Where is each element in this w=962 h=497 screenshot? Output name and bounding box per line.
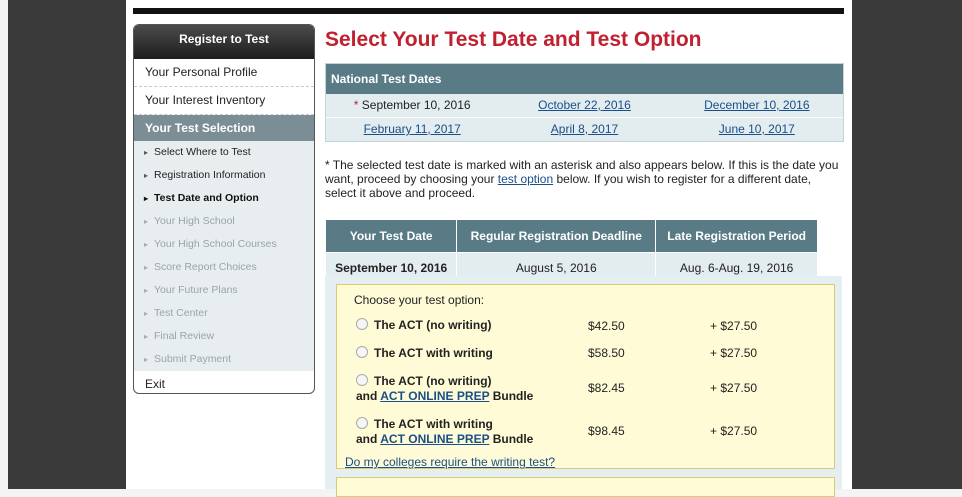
page-title: Select Your Test Date and Test Option xyxy=(325,28,702,51)
radio-button[interactable] xyxy=(356,417,368,429)
submenu-item-score-report: ▸ Score Report Choices xyxy=(134,256,314,279)
date-link[interactable]: April 8, 2017 xyxy=(551,122,618,136)
menu-item-exit[interactable]: Exit xyxy=(134,371,314,393)
choose-option-label: Choose your test option: xyxy=(354,293,485,307)
registration-menu: Register to Test Your Personal Profile Y… xyxy=(133,24,315,394)
national-test-dates: National Test Dates * September 10, 2016… xyxy=(325,63,844,142)
submenu-item-final-review: ▸ Final Review xyxy=(134,325,314,348)
test-option-link[interactable]: test option xyxy=(498,172,553,186)
chevron-right-icon: ▸ xyxy=(144,217,149,226)
option-act-with-writing-bundle[interactable]: The ACT with writing and ACT ONLINE PREP… xyxy=(356,417,533,446)
menu-item-personal-profile[interactable]: Your Personal Profile xyxy=(134,59,314,87)
option-act-with-writing[interactable]: The ACT with writing xyxy=(356,346,493,360)
top-bar xyxy=(133,8,844,14)
date-link[interactable]: February 11, 2017 xyxy=(364,122,461,136)
chevron-right-icon: ▸ xyxy=(144,332,149,341)
option-act-no-writing[interactable]: The ACT (no writing) xyxy=(356,318,492,332)
act-online-prep-link[interactable]: ACT ONLINE PREP xyxy=(380,432,489,446)
submenu-item-future-plans: ▸ Your Future Plans xyxy=(134,279,314,302)
chevron-right-icon: ▸ xyxy=(144,171,149,180)
chevron-right-icon: ▸ xyxy=(144,240,149,249)
date-option: April 8, 2017 xyxy=(498,118,670,141)
dates-header: National Test Dates xyxy=(326,64,843,94)
menu-item-interest-inventory[interactable]: Your Interest Inventory xyxy=(134,87,314,115)
dates-row: February 11, 2017 April 8, 2017 June 10,… xyxy=(326,117,843,141)
date-option: February 11, 2017 xyxy=(326,118,498,141)
date-option: October 22, 2016 xyxy=(498,94,670,117)
dates-row: * September 10, 2016 October 22, 2016 De… xyxy=(326,94,843,117)
option-late-fee: + $27.50 xyxy=(710,346,758,360)
date-link[interactable]: June 10, 2017 xyxy=(719,122,795,136)
column-header: Late Registration Period xyxy=(655,219,818,253)
submenu-item-test-date-option[interactable]: ▸ Test Date and Option xyxy=(134,187,314,210)
radio-button[interactable] xyxy=(356,346,368,358)
date-link[interactable]: December 10, 2016 xyxy=(704,98,809,112)
chevron-right-icon: ▸ xyxy=(144,148,149,157)
date-selected: * September 10, 2016 xyxy=(353,98,471,112)
option-price: $82.45 xyxy=(588,381,625,395)
date-option: June 10, 2017 xyxy=(671,118,843,141)
submenu-item-select-where[interactable]: ▸ Select Where to Test xyxy=(134,141,314,164)
submenu-item-high-school-courses: ▸ Your High School Courses xyxy=(134,233,314,256)
date-link[interactable]: October 22, 2016 xyxy=(538,98,631,112)
option-late-fee: + $27.50 xyxy=(710,381,758,395)
submenu-item-test-center: ▸ Test Center xyxy=(134,302,314,325)
column-header: Regular Registration Deadline xyxy=(456,219,657,253)
column-header: Your Test Date xyxy=(324,219,458,253)
instruction-note: * The selected test date is marked with … xyxy=(325,158,839,200)
option-late-fee: + $27.50 xyxy=(710,424,758,438)
right-dark-margin xyxy=(852,0,962,489)
chevron-right-icon: ▸ xyxy=(144,309,149,318)
test-date-table: Your Test Date Regular Registration Dead… xyxy=(324,219,818,284)
option-price: $42.50 xyxy=(588,319,625,333)
writing-test-requirement-link[interactable]: Do my colleges require the writing test? xyxy=(345,455,555,469)
submenu: ▸ Select Where to Test ▸ Registration Info… xyxy=(134,141,314,371)
radio-button[interactable] xyxy=(356,374,368,386)
submenu-item-registration-info[interactable]: ▸ Registration Information xyxy=(134,164,314,187)
second-option-box xyxy=(336,477,835,497)
option-late-fee: + $27.50 xyxy=(710,319,758,333)
chevron-right-icon: ▸ xyxy=(144,355,149,364)
asterisk-marker: * xyxy=(353,98,362,112)
chevron-right-icon: ▸ xyxy=(144,263,149,272)
radio-button[interactable] xyxy=(356,318,368,330)
date-option: December 10, 2016 xyxy=(671,94,843,117)
chevron-right-icon: ▸ xyxy=(144,194,149,203)
option-price: $58.50 xyxy=(588,346,625,360)
chevron-right-icon: ▸ xyxy=(144,286,149,295)
option-price: $98.45 xyxy=(588,424,625,438)
menu-header: Register to Test xyxy=(134,25,314,59)
submenu-item-high-school: ▸ Your High School xyxy=(134,210,314,233)
menu-item-test-selection[interactable]: Your Test Selection xyxy=(134,115,314,141)
act-online-prep-link[interactable]: ACT ONLINE PREP xyxy=(380,389,489,403)
submenu-item-submit-payment: ▸ Submit Payment xyxy=(134,348,314,371)
option-act-no-writing-bundle[interactable]: The ACT (no writing) and ACT ONLINE PREP… xyxy=(356,374,533,403)
left-dark-margin xyxy=(8,0,126,489)
